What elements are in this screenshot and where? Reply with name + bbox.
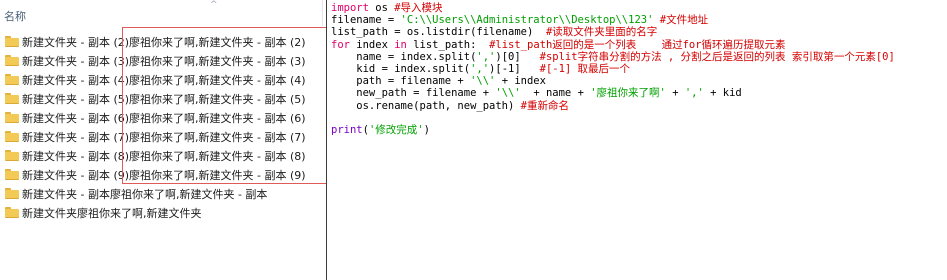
code-token: os bbox=[368, 2, 395, 14]
code-string: '廖祖你来了啊' bbox=[590, 87, 666, 100]
file-list-item[interactable]: 新建文件夹廖祖你来了啊,新建文件夹 bbox=[0, 204, 326, 223]
code-string: '修改完成' bbox=[368, 123, 424, 136]
code-token: new_path = filename + bbox=[331, 87, 496, 100]
code-token: )[0] bbox=[495, 50, 540, 63]
folder-icon bbox=[5, 55, 19, 66]
file-list-item[interactable]: 新建文件夹 - 副本 (5)廖祖你来了啊,新建文件夹 - 副本 (5) bbox=[0, 90, 326, 109]
code-token: + name + bbox=[520, 87, 591, 100]
file-list-item[interactable]: 新建文件夹 - 副本 (8)廖祖你来了啊,新建文件夹 - 副本 (8) bbox=[0, 147, 326, 166]
folder-icon bbox=[5, 207, 19, 218]
code-line[interactable] bbox=[331, 112, 895, 124]
code-keyword: import bbox=[331, 2, 369, 14]
file-name: 新建文件夹 - 副本 (2)廖祖你来了啊,新建文件夹 - 副本 (2) bbox=[22, 36, 306, 49]
folder-icon bbox=[5, 112, 19, 123]
code-token: + kid bbox=[703, 87, 742, 100]
code-line[interactable]: for index in list_path: #list_path返回的是一个… bbox=[331, 39, 895, 51]
code-string: ',' bbox=[476, 50, 496, 63]
code-line[interactable]: new_path = filename + '\\' + name + '廖祖你… bbox=[331, 87, 895, 99]
code-string: 'C:\\Users\\Administrator\\Desktop\\123' bbox=[400, 14, 654, 27]
code-comment: #文件地址 bbox=[659, 14, 709, 27]
code-token: os.rename(path, new_path) bbox=[331, 99, 521, 112]
file-name: 新建文件夹 - 副本 (7)廖祖你来了啊,新建文件夹 - 副本 (7) bbox=[22, 131, 306, 144]
file-list-item[interactable]: 新建文件夹 - 副本 (3)廖祖你来了啊,新建文件夹 - 副本 (3) bbox=[0, 52, 326, 71]
code-string: ',' bbox=[684, 87, 704, 100]
file-name: 新建文件夹 - 副本廖祖你来了啊,新建文件夹 - 副本 bbox=[22, 188, 268, 201]
folder-icon bbox=[5, 93, 19, 104]
file-name: 新建文件夹 - 副本 (3)廖祖你来了啊,新建文件夹 - 副本 (3) bbox=[22, 55, 306, 68]
code-token: kid = index.split( bbox=[331, 62, 471, 75]
code-editor[interactable]: import os #导入模块 filename = 'C:\\Users\\Ad… bbox=[327, 0, 947, 280]
code-comment: #split字符串分割的方法 , 分割之后是返回的列表 索引取第一个元素[0] bbox=[539, 50, 895, 63]
folder-icon bbox=[5, 131, 19, 142]
file-list-item[interactable]: 新建文件夹 - 副本 (6)廖祖你来了啊,新建文件夹 - 副本 (6) bbox=[0, 109, 326, 128]
file-explorer-pane: 名称 ^ 新建文件夹 - 副本 (2)廖祖你来了啊,新建文件夹 - 副本 (2)… bbox=[0, 0, 330, 280]
file-list-item[interactable]: 新建文件夹 - 副本 (7)廖祖你来了啊,新建文件夹 - 副本 (7) bbox=[0, 128, 326, 147]
code-comment: #list_path返回的是一个列表 通过for循环遍历提取元素 bbox=[489, 38, 786, 51]
column-header[interactable]: 名称 ^ bbox=[0, 0, 326, 26]
file-name: 新建文件夹廖祖你来了啊,新建文件夹 bbox=[22, 207, 202, 220]
code-token: ) bbox=[423, 123, 430, 136]
folder-icon bbox=[5, 150, 19, 161]
code-token: + bbox=[665, 87, 685, 100]
code-keyword: in bbox=[394, 38, 407, 51]
code-text[interactable]: import os #导入模块 filename = 'C:\\Users\\Ad… bbox=[331, 2, 895, 136]
code-line[interactable]: list_path = os.listdir(filename) #读取文件夹里… bbox=[331, 26, 895, 38]
file-list-item[interactable]: 新建文件夹 - 副本 (2)廖祖你来了啊,新建文件夹 - 副本 (2) bbox=[0, 33, 326, 52]
code-keyword: for bbox=[331, 38, 350, 51]
code-line[interactable]: path = filename + '\\' + index bbox=[331, 75, 895, 87]
code-comment: #导入模块 bbox=[394, 2, 443, 14]
file-name: 新建文件夹 - 副本 (6)廖祖你来了啊,新建文件夹 - 副本 (6) bbox=[22, 112, 306, 125]
code-token: )[-1] bbox=[489, 62, 540, 75]
code-token: name = index.split( bbox=[331, 50, 477, 63]
file-name: 新建文件夹 - 副本 (8)廖祖你来了啊,新建文件夹 - 副本 (8) bbox=[22, 150, 306, 163]
code-builtin: print bbox=[331, 123, 363, 136]
file-list-item[interactable]: 新建文件夹 - 副本 (9)廖祖你来了啊,新建文件夹 - 副本 (9) bbox=[0, 166, 326, 185]
file-list-item[interactable]: 新建文件夹 - 副本 (4)廖祖你来了啊,新建文件夹 - 副本 (4) bbox=[0, 71, 326, 90]
code-string: '\\' bbox=[495, 87, 521, 100]
folder-icon bbox=[5, 169, 19, 180]
file-name: 新建文件夹 - 副本 (9)廖祖你来了啊,新建文件夹 - 副本 (9) bbox=[22, 169, 306, 182]
code-line[interactable]: kid = index.split(',')[-1] #[-1] 取最后一个 bbox=[331, 63, 895, 75]
code-token: list_path: bbox=[406, 38, 490, 51]
code-line[interactable]: os.rename(path, new_path) #重新命名 bbox=[331, 100, 895, 112]
code-token: path = filename + bbox=[331, 75, 471, 88]
code-line[interactable]: print('修改完成') bbox=[331, 124, 895, 136]
code-line[interactable]: import os #导入模块 bbox=[331, 2, 895, 14]
code-token: list_path = os.listdir(filename) bbox=[331, 26, 546, 39]
file-name: 新建文件夹 - 副本 (4)廖祖你来了啊,新建文件夹 - 副本 (4) bbox=[22, 74, 306, 87]
file-list-item[interactable]: 新建文件夹 - 副本廖祖你来了啊,新建文件夹 - 副本 bbox=[0, 185, 326, 204]
code-token: + index bbox=[495, 75, 546, 88]
code-comment: #[-1] 取最后一个 bbox=[539, 62, 631, 75]
column-separator[interactable] bbox=[322, 0, 323, 26]
code-comment: #重新命名 bbox=[520, 99, 569, 112]
code-token: filename = bbox=[331, 14, 401, 27]
code-token: index bbox=[349, 38, 395, 51]
folder-icon bbox=[5, 188, 19, 199]
code-string: ',' bbox=[470, 62, 490, 75]
code-comment: #读取文件夹里面的名字 bbox=[545, 26, 658, 39]
file-name: 新建文件夹 - 副本 (5)廖祖你来了啊,新建文件夹 - 副本 (5) bbox=[22, 93, 306, 106]
code-line[interactable]: filename = 'C:\\Users\\Administrator\\De… bbox=[331, 14, 895, 26]
code-line[interactable]: name = index.split(',')[0] #split字符串分割的方… bbox=[331, 51, 895, 63]
code-string: '\\' bbox=[470, 75, 496, 88]
sort-ascending-icon: ^ bbox=[210, 0, 218, 10]
column-header-name[interactable]: 名称 bbox=[4, 8, 26, 24]
folder-icon bbox=[5, 36, 19, 47]
folder-icon bbox=[5, 74, 19, 85]
